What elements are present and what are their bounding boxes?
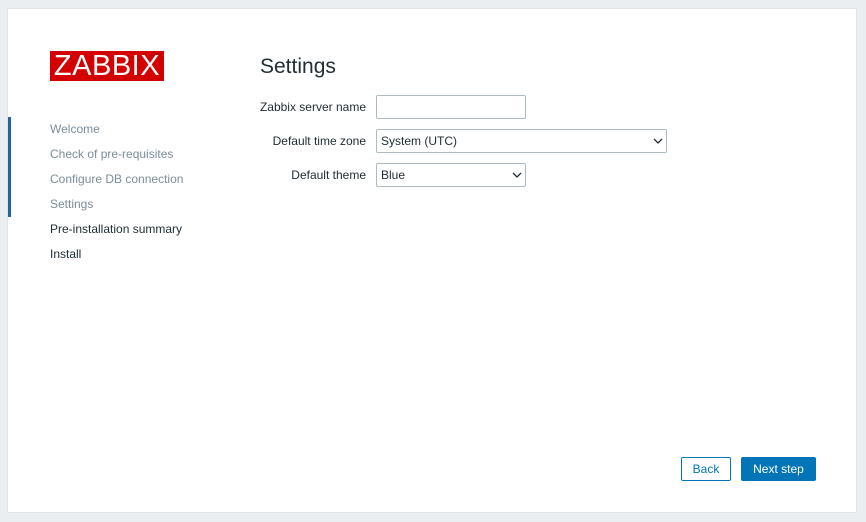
step-check-prerequisites: Check of pre-requisites [8, 142, 228, 167]
step-settings: Settings [8, 192, 228, 217]
time-zone-select[interactable]: System (UTC) [376, 129, 667, 153]
back-button[interactable]: Back [681, 457, 731, 481]
step-pre-installation-summary: Pre-installation summary [50, 222, 183, 236]
setup-card: ZABBIX Welcome Check of pre-requisites C… [7, 8, 857, 513]
step-welcome: Welcome [8, 117, 228, 142]
server-name-label: Zabbix server name [259, 100, 366, 114]
chevron-down-icon [512, 172, 522, 178]
time-zone-label: Default time zone [272, 134, 366, 148]
next-step-button[interactable]: Next step [741, 457, 816, 481]
setup-steps-nav: Welcome Check of pre-requisites Configur… [8, 117, 228, 267]
page-title: Settings [260, 55, 336, 78]
zabbix-logo: ZABBIX [50, 51, 164, 81]
time-zone-row: Default time zone System (UTC) [208, 129, 667, 153]
chevron-down-icon [653, 138, 663, 144]
step-install: Install [50, 247, 82, 261]
server-name-input[interactable] [376, 95, 526, 119]
time-zone-value: System (UTC) [381, 134, 457, 148]
theme-value: Blue [381, 168, 406, 182]
server-name-row: Zabbix server name [208, 95, 526, 119]
theme-label: Default theme [291, 168, 366, 182]
step-configure-db: Configure DB connection [8, 167, 228, 192]
theme-row: Default theme Blue [208, 163, 526, 187]
theme-select[interactable]: Blue [376, 163, 526, 187]
